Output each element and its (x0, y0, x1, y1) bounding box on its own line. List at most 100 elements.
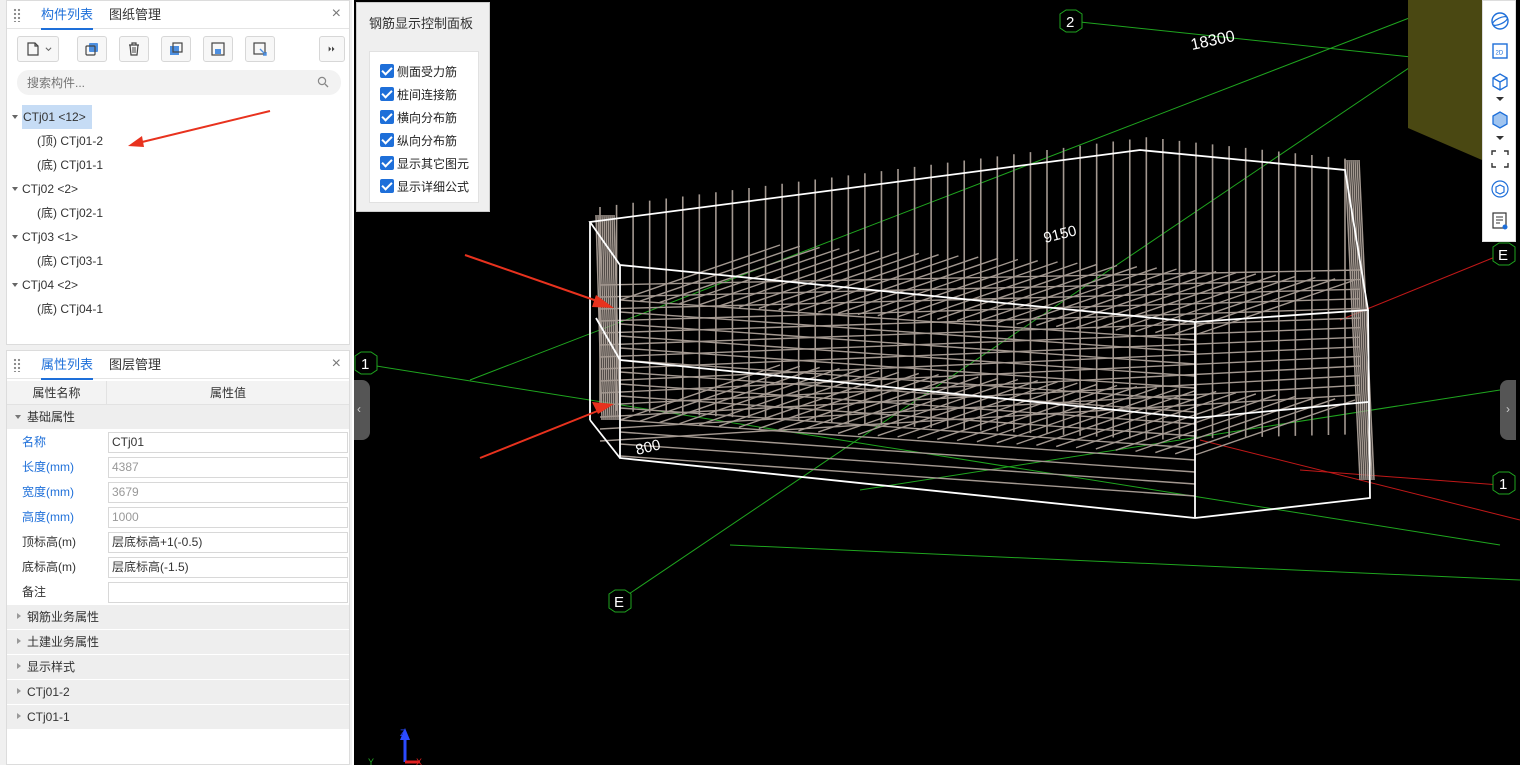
property-value-field[interactable]: 4387 (108, 457, 348, 478)
tree-item-label[interactable]: (底) CTj03-1 (37, 249, 103, 273)
rebar-3d-scene[interactable]: 18300 9150 800 2 1 E E 1 Z Y X (354, 0, 1520, 765)
2d-view-icon[interactable]: 2D (1490, 41, 1510, 61)
3d-box-icon[interactable] (1490, 71, 1510, 91)
property-value-field[interactable]: 3679 (108, 482, 348, 503)
axis-bubble[interactable]: E (608, 589, 632, 613)
property-value-field[interactable] (108, 582, 348, 603)
section-display-style[interactable]: 显示样式 (7, 655, 349, 679)
property-name: 名称 (22, 435, 47, 449)
property-row: 底标高(m) 层底标高(-1.5) (7, 555, 349, 580)
search-icon[interactable] (317, 76, 329, 88)
component-toolbar (15, 36, 345, 64)
axis-bubble[interactable]: 1 (1492, 471, 1516, 495)
expand-triangle-icon[interactable] (12, 283, 18, 287)
tree-item-ctj02-1[interactable]: (底) CTj02-1 (7, 201, 349, 225)
property-value-field[interactable]: 层底标高+1(-0.5) (108, 532, 348, 553)
tree-item-label[interactable]: (底) CTj02-1 (37, 201, 103, 225)
rebar-bar (619, 455, 1196, 497)
section-ctj01-2[interactable]: CTj01-2 (7, 680, 349, 704)
checkbox-checked-icon[interactable] (380, 110, 394, 124)
tree-group-label[interactable]: CTj04 <2> (22, 273, 78, 297)
section-civil-properties[interactable]: 土建业务属性 (7, 630, 349, 654)
tree-group-ctj04[interactable]: CTj04 <2> (7, 273, 349, 297)
collapse-left-handle[interactable]: ‹ (354, 380, 370, 440)
rebar-bar (837, 257, 999, 314)
axis-y-label: Y (368, 757, 374, 765)
checkbox-longitudinal-rebar[interactable]: 纵向分布筋 (380, 131, 457, 149)
checkbox-checked-icon[interactable] (380, 87, 394, 101)
collapse-right-handle[interactable]: › (1500, 380, 1516, 440)
export-button[interactable] (245, 36, 275, 62)
3d-solid-icon[interactable] (1490, 109, 1510, 129)
checkbox-checked-icon[interactable] (380, 64, 394, 78)
checkbox-show-formula[interactable]: 显示详细公式 (380, 177, 469, 195)
checkbox-checked-icon[interactable] (380, 179, 394, 193)
checkbox-label[interactable]: 显示详细公式 (397, 178, 469, 195)
search-component-input[interactable] (17, 70, 341, 95)
expand-arrow-icon[interactable] (17, 613, 21, 619)
checkbox-show-other-elements[interactable]: 显示其它图元 (380, 154, 469, 172)
axis-bubble[interactable]: E (1492, 242, 1516, 266)
expand-arrow-icon[interactable] (17, 688, 21, 694)
checkbox-transverse-rebar[interactable]: 横向分布筋 (380, 108, 457, 126)
dropdown-icon[interactable] (1495, 96, 1505, 102)
save-layer-button[interactable] (203, 36, 233, 62)
checkbox-pile-connect-rebar[interactable]: 桩间连接筋 (380, 85, 457, 103)
fit-view-icon[interactable] (1490, 149, 1510, 169)
tab-drawing-management[interactable]: 图纸管理 (109, 1, 161, 29)
checkbox-checked-icon[interactable] (380, 133, 394, 147)
property-value-field[interactable]: 层底标高(-1.5) (108, 557, 348, 578)
tree-group-label[interactable]: CTj03 <1> (22, 225, 78, 249)
expand-arrow-icon[interactable] (17, 663, 21, 669)
delete-button[interactable] (119, 36, 149, 62)
tree-group-ctj03[interactable]: CTj03 <1> (7, 225, 349, 249)
tree-item-ctj01-1[interactable]: (底) CTj01-1 (7, 153, 349, 177)
tree-item-label[interactable]: (底) CTj01-1 (37, 153, 103, 177)
checkbox-label[interactable]: 桩间连接筋 (397, 86, 457, 103)
close-icon[interactable]: × (332, 355, 341, 373)
orbit-icon[interactable] (1490, 11, 1510, 31)
tree-item-label[interactable]: (顶) CTj01-2 (37, 129, 103, 153)
tab-layer-management[interactable]: 图层管理 (109, 351, 161, 379)
drag-grip-icon[interactable] (13, 8, 21, 22)
new-component-button[interactable] (17, 36, 59, 62)
tab-component-list[interactable]: 构件列表 (41, 1, 94, 30)
3d-viewport[interactable]: 18300 9150 800 2 1 E E 1 Z Y X (354, 0, 1520, 765)
tree-item-ctj03-1[interactable]: (底) CTj03-1 (7, 249, 349, 273)
close-icon[interactable]: × (332, 5, 341, 23)
checkbox-checked-icon[interactable] (380, 156, 394, 170)
expand-arrow-icon[interactable] (17, 638, 21, 644)
tab-property-list[interactable]: 属性列表 (41, 351, 94, 380)
checkbox-side-rebar[interactable]: 侧面受力筋 (380, 62, 457, 80)
section-ctj01-1[interactable]: CTj01-1 (7, 705, 349, 729)
checkbox-label[interactable]: 横向分布筋 (397, 109, 457, 126)
axis-bubble[interactable]: 2 (1059, 9, 1083, 33)
drag-grip-icon[interactable] (13, 358, 21, 372)
expand-arrow-icon[interactable] (17, 713, 21, 719)
axis-bubble[interactable]: 1 (354, 351, 378, 375)
tree-item-label[interactable]: (底) CTj04-1 (37, 297, 103, 321)
section-box-icon[interactable] (1490, 179, 1510, 199)
collapse-arrow-icon[interactable] (15, 415, 21, 419)
duplicate-button[interactable] (161, 36, 191, 62)
tree-item-ctj04-1[interactable]: (底) CTj04-1 (7, 297, 349, 321)
column-header-name: 属性名称 (7, 381, 107, 404)
expand-triangle-icon[interactable] (12, 235, 18, 239)
checkbox-label[interactable]: 纵向分布筋 (397, 132, 457, 149)
dropdown-icon[interactable] (1495, 135, 1505, 141)
property-value-field[interactable]: CTj01 (108, 432, 348, 453)
display-list-icon[interactable] (1490, 211, 1510, 231)
expand-triangle-icon[interactable] (12, 187, 18, 191)
expand-triangle-icon[interactable] (12, 115, 18, 119)
checkbox-label[interactable]: 显示其它图元 (397, 155, 469, 172)
checkbox-label[interactable]: 侧面受力筋 (397, 63, 457, 80)
rebar-bar (619, 431, 1196, 473)
more-button[interactable] (319, 36, 345, 62)
section-basic-properties[interactable]: 基础属性 (7, 405, 349, 429)
tree-group-label[interactable]: CTj01 <12> (22, 105, 92, 129)
tree-group-label[interactable]: CTj02 <2> (22, 177, 78, 201)
tree-group-ctj02[interactable]: CTj02 <2> (7, 177, 349, 201)
copy-button[interactable] (77, 36, 107, 62)
property-value-field[interactable]: 1000 (108, 507, 348, 528)
section-rebar-properties[interactable]: 钢筋业务属性 (7, 605, 349, 629)
